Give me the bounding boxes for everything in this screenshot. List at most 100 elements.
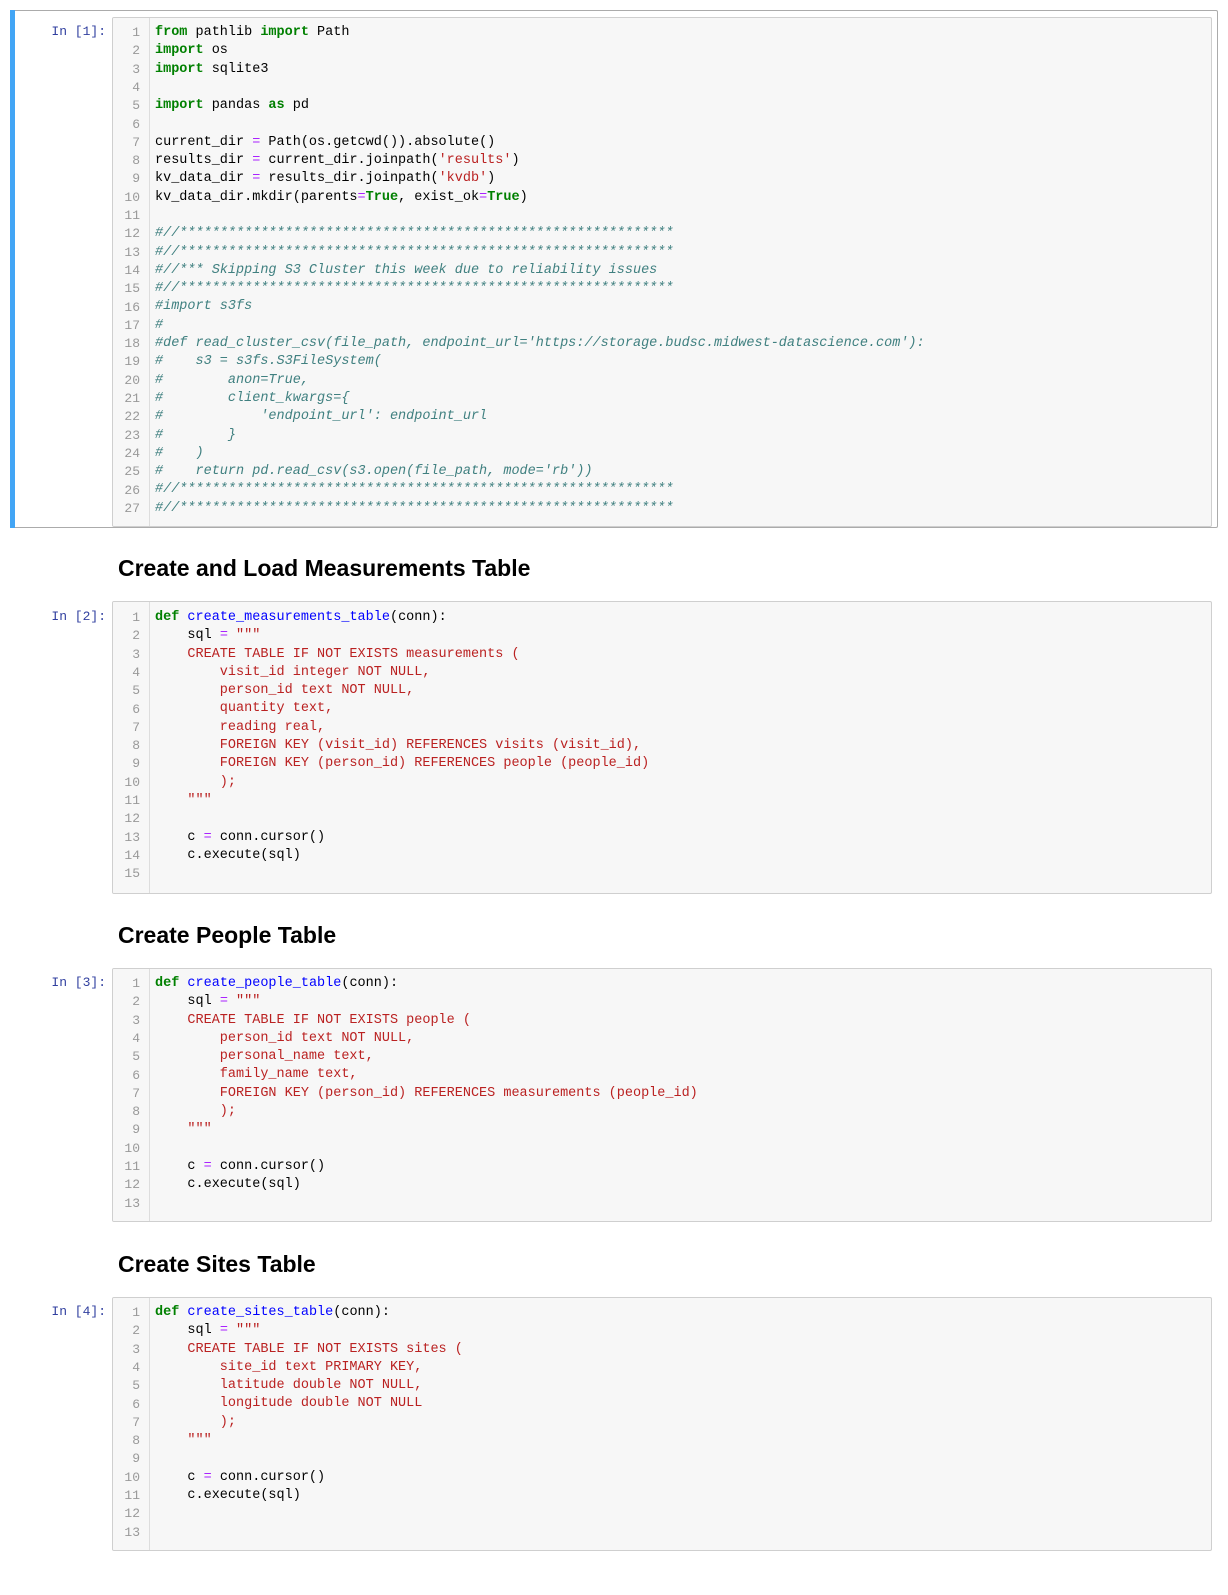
code-editor[interactable]: from pathlib import Path import os import … xyxy=(155,24,925,518)
line-number: 9 xyxy=(132,756,140,772)
markdown-heading[interactable]: Create People Table xyxy=(118,922,336,949)
code-line: # ) xyxy=(155,445,925,463)
line-number: 6 xyxy=(132,1067,140,1083)
code-token: current_dir xyxy=(155,134,253,150)
markdown-heading[interactable]: Create and Load Measurements Table xyxy=(118,555,530,582)
code-line: CREATE TABLE IF NOT EXISTS sites ( xyxy=(155,1341,462,1359)
line-number: 12 xyxy=(124,1177,140,1193)
line-number-gutter: 1 2 3 4 5 6 7 8 9 10 11 12 13 xyxy=(113,1298,150,1550)
code-token: kv_data_dir.mkdir(parents xyxy=(155,189,358,205)
code-input-area[interactable]: 1 2 3 4 5 6 7 8 9 10 11 12 13 14 15 16 17 18 19 20 21 22 23 24 2… xyxy=(112,17,1212,527)
code-line: visit_id integer NOT NULL, xyxy=(155,664,649,682)
line-number: 20 xyxy=(124,372,140,388)
code-token: """ xyxy=(155,792,212,808)
code-input-area[interactable]: 1 2 3 4 5 6 7 8 9 10 11 12 13 def create_people_table… xyxy=(112,968,1212,1222)
line-number: 7 xyxy=(132,134,140,150)
line-number: 2 xyxy=(132,1323,140,1339)
code-token: longitude double NOT NULL xyxy=(155,1396,423,1412)
line-number: 9 xyxy=(132,171,140,187)
code-line: #//*************************************… xyxy=(155,244,925,262)
code-line: reading real, xyxy=(155,719,649,737)
code-token: # ) xyxy=(155,445,204,461)
line-number: 4 xyxy=(132,664,140,680)
code-line: import sqlite3 xyxy=(155,61,925,79)
code-token: 'kvdb' xyxy=(438,171,488,187)
line-number: 1 xyxy=(132,610,140,625)
code-token: , exist_ok xyxy=(398,189,480,205)
code-editor[interactable]: def create_sites_table(conn): sql = """ … xyxy=(155,1304,463,1542)
line-number: 22 xyxy=(124,409,140,425)
code-line: quantity text, xyxy=(155,700,649,718)
code-line: longitude double NOT NULL xyxy=(155,1395,463,1413)
line-number: 10 xyxy=(124,774,140,790)
code-token: family_name text, xyxy=(155,1067,358,1083)
code-token: sql xyxy=(155,628,220,644)
code-line: person_id text NOT NULL, xyxy=(155,682,649,700)
code-token: c.execute(sql) xyxy=(155,1177,301,1193)
code-line: person_id text NOT NULL, xyxy=(155,1030,698,1048)
code-line: #//*************************************… xyxy=(155,225,925,243)
code-token: """ xyxy=(236,994,261,1010)
line-number: 27 xyxy=(124,500,140,516)
code-token: c xyxy=(155,1158,204,1174)
line-number: 8 xyxy=(132,1104,140,1120)
code-line: import pandas as pd xyxy=(155,97,925,115)
code-token: create_sites_table xyxy=(187,1305,334,1320)
line-number-gutter: 1 2 3 4 5 6 7 8 9 10 11 12 13 xyxy=(113,969,150,1221)
code-line: """ xyxy=(155,1121,698,1139)
code-line: CREATE TABLE IF NOT EXISTS measurements … xyxy=(155,646,649,664)
line-number: 12 xyxy=(124,811,140,827)
line-number: 23 xyxy=(124,427,140,443)
code-token: c xyxy=(155,1469,204,1485)
code-token: conn.cursor() xyxy=(211,1469,326,1485)
code-token: import xyxy=(155,43,204,59)
code-token: sql xyxy=(155,994,220,1010)
line-number: 1 xyxy=(132,25,140,40)
code-token: create_people_table xyxy=(187,976,342,991)
line-number: 16 xyxy=(124,299,140,315)
code-token: import xyxy=(155,61,204,77)
line-number: 14 xyxy=(124,847,140,863)
code-token: reading real, xyxy=(155,719,326,735)
code-token: as xyxy=(268,98,285,114)
code-input-area[interactable]: 1 2 3 4 5 6 7 8 9 10 11 12 13 def create_sites_table(… xyxy=(112,1297,1212,1551)
code-line: CREATE TABLE IF NOT EXISTS people ( xyxy=(155,1012,698,1030)
code-line: kv_data_dir = results_dir.joinpath('kvdb… xyxy=(155,170,925,188)
line-number-gutter: 1 2 3 4 5 6 7 8 9 10 11 12 13 14 15 16 17 18 19 20 21 22 23 24 2… xyxy=(113,18,150,526)
code-token: c.execute(sql) xyxy=(155,1487,301,1503)
code-token: # s3 = s3fs.S3FileSystem( xyxy=(155,354,382,370)
code-editor[interactable]: def create_measurements_table(conn): sql… xyxy=(155,609,649,883)
code-token: site_id text PRIMARY KEY, xyxy=(155,1359,423,1375)
code-token: def xyxy=(155,1305,180,1320)
code-input-area[interactable]: 1 2 3 4 5 6 7 8 9 10 11 12 13 14 15 def create_measurem… xyxy=(112,601,1212,894)
code-line: # xyxy=(155,317,925,335)
line-number: 5 xyxy=(132,1378,140,1394)
line-number: 13 xyxy=(124,244,140,260)
code-token: personal_name text, xyxy=(155,1049,374,1065)
code-token: = xyxy=(219,1323,228,1339)
code-token: Path xyxy=(308,25,350,40)
line-number: 24 xyxy=(124,445,140,461)
code-token: #//*************************************… xyxy=(155,226,674,242)
code-token: CREATE TABLE IF NOT EXISTS people ( xyxy=(155,1012,471,1028)
code-line: ); xyxy=(155,774,649,792)
line-number: 4 xyxy=(132,1359,140,1375)
line-number: 15 xyxy=(124,866,140,882)
code-line: current_dir = Path(os.getcwd()).absolute… xyxy=(155,134,925,152)
code-token: # 'endpoint_url': endpoint_url xyxy=(155,409,488,425)
line-number: 2 xyxy=(132,628,140,644)
line-number: 10 xyxy=(124,1469,140,1485)
line-number: 9 xyxy=(132,1122,140,1138)
line-number: 25 xyxy=(124,464,140,480)
code-line: #def read_cluster_csv(file_path, endpoin… xyxy=(155,335,925,353)
code-line: site_id text PRIMARY KEY, xyxy=(155,1359,463,1377)
code-line: FOREIGN KEY (person_id) REFERENCES peopl… xyxy=(155,755,649,773)
code-token: #//*************************************… xyxy=(155,482,674,498)
cell-selection-bar xyxy=(10,10,15,528)
code-token: kv_data_dir xyxy=(155,171,253,187)
code-editor[interactable]: def create_people_table(conn): sql = """… xyxy=(155,975,698,1213)
markdown-heading[interactable]: Create Sites Table xyxy=(118,1251,316,1278)
